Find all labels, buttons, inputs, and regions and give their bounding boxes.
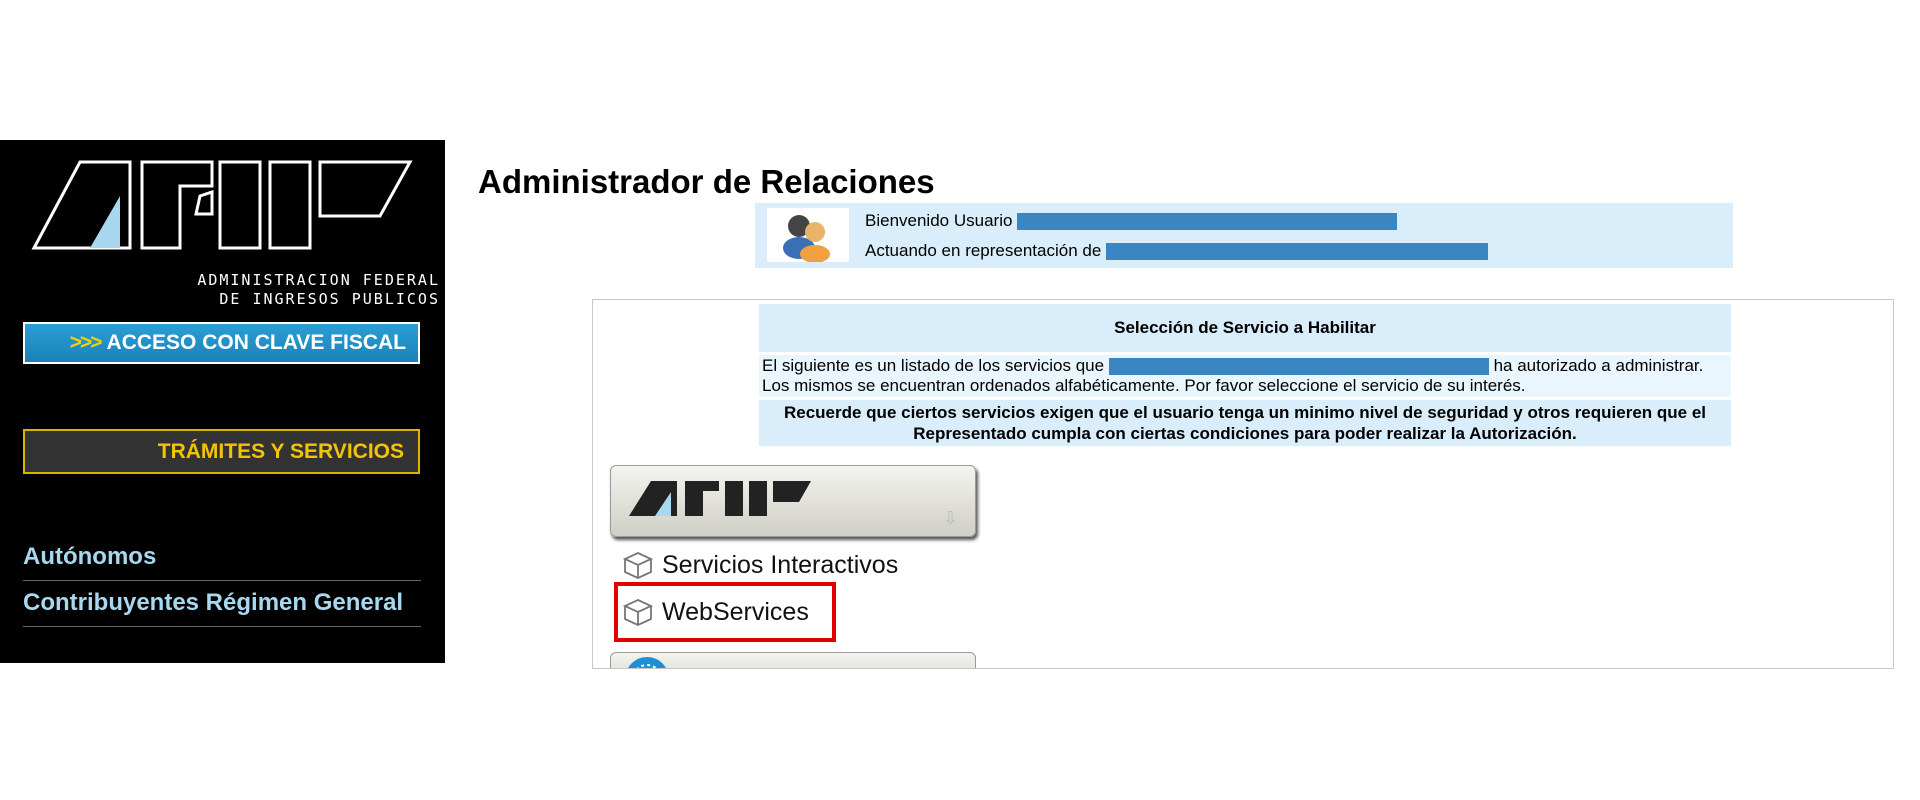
globe-icon	[627, 657, 667, 668]
welcome-rep-label: Actuando en representación de	[865, 241, 1102, 260]
welcome-user-line: Bienvenido Usuario	[865, 211, 1398, 231]
tramites-servicios-button[interactable]: TRÁMITES Y SERVICIOS	[23, 429, 420, 474]
arrows-icon: >>>	[69, 331, 103, 354]
logo-caption-line1: ADMINISTRACION FEDERAL	[197, 271, 440, 289]
box-icon	[622, 599, 654, 626]
page-title: Administrador de Relaciones	[478, 163, 935, 200]
redacted-represented-name-2	[1108, 358, 1489, 376]
logo-caption-line2: DE INGRESOS PUBLICOS	[219, 290, 440, 308]
users-icon	[767, 208, 849, 263]
afip-service-group-header[interactable]: ⇩	[610, 465, 976, 537]
welcome-user-label: Bienvenido Usuario	[865, 211, 1013, 230]
box-icon	[622, 552, 654, 579]
welcome-box: Bienvenido Usuario Actuando en represent…	[755, 203, 1733, 268]
service-label: Servicios Interactivos	[662, 550, 899, 579]
afip-group-logo-icon: ⇩	[629, 481, 958, 529]
service-webservices[interactable]: WebServices	[622, 597, 809, 627]
service-selection-panel: Selección de Servicio a Habilitar El sig…	[592, 299, 1894, 669]
svg-text:⇩: ⇩	[943, 508, 958, 529]
welcome-rep-line: Actuando en representación de	[865, 241, 1489, 261]
clave-fiscal-label: ACCESO CON CLAVE FISCAL	[106, 331, 406, 354]
sidebar-item-autonomos[interactable]: Autónomos	[23, 535, 421, 581]
sidebar-nav: Autónomos Contribuyentes Régimen General	[23, 535, 421, 627]
service-servicios-interactivos[interactable]: Servicios Interactivos	[622, 550, 898, 580]
redacted-user-name	[1017, 213, 1398, 231]
selection-description-start: El siguiente es un listado de los servic…	[762, 356, 1105, 375]
selection-header: Selección de Servicio a Habilitar	[759, 304, 1731, 352]
tramites-label: TRÁMITES Y SERVICIOS	[157, 439, 404, 463]
selection-note: Recuerde que ciertos servicios exigen qu…	[759, 400, 1731, 446]
redacted-represented-name	[1106, 243, 1489, 261]
selection-description: El siguiente es un listado de los servic…	[759, 355, 1731, 397]
logo-caption: ADMINISTRACION FEDERAL DE INGRESOS PUBLI…	[150, 271, 440, 309]
service-label: WebServices	[662, 597, 809, 626]
sidebar-item-regimen-general[interactable]: Contribuyentes Régimen General	[23, 581, 421, 627]
afip-logo[interactable]: ADMINISTRACION FEDERAL DE INGRESOS PUBLI…	[30, 156, 438, 308]
next-service-group-header[interactable]	[610, 652, 976, 668]
clave-fiscal-button[interactable]: >>> ACCESO CON CLAVE FISCAL	[23, 322, 420, 364]
sidebar: ADMINISTRACION FEDERAL DE INGRESOS PUBLI…	[0, 140, 445, 663]
afip-logo-icon	[31, 160, 413, 250]
